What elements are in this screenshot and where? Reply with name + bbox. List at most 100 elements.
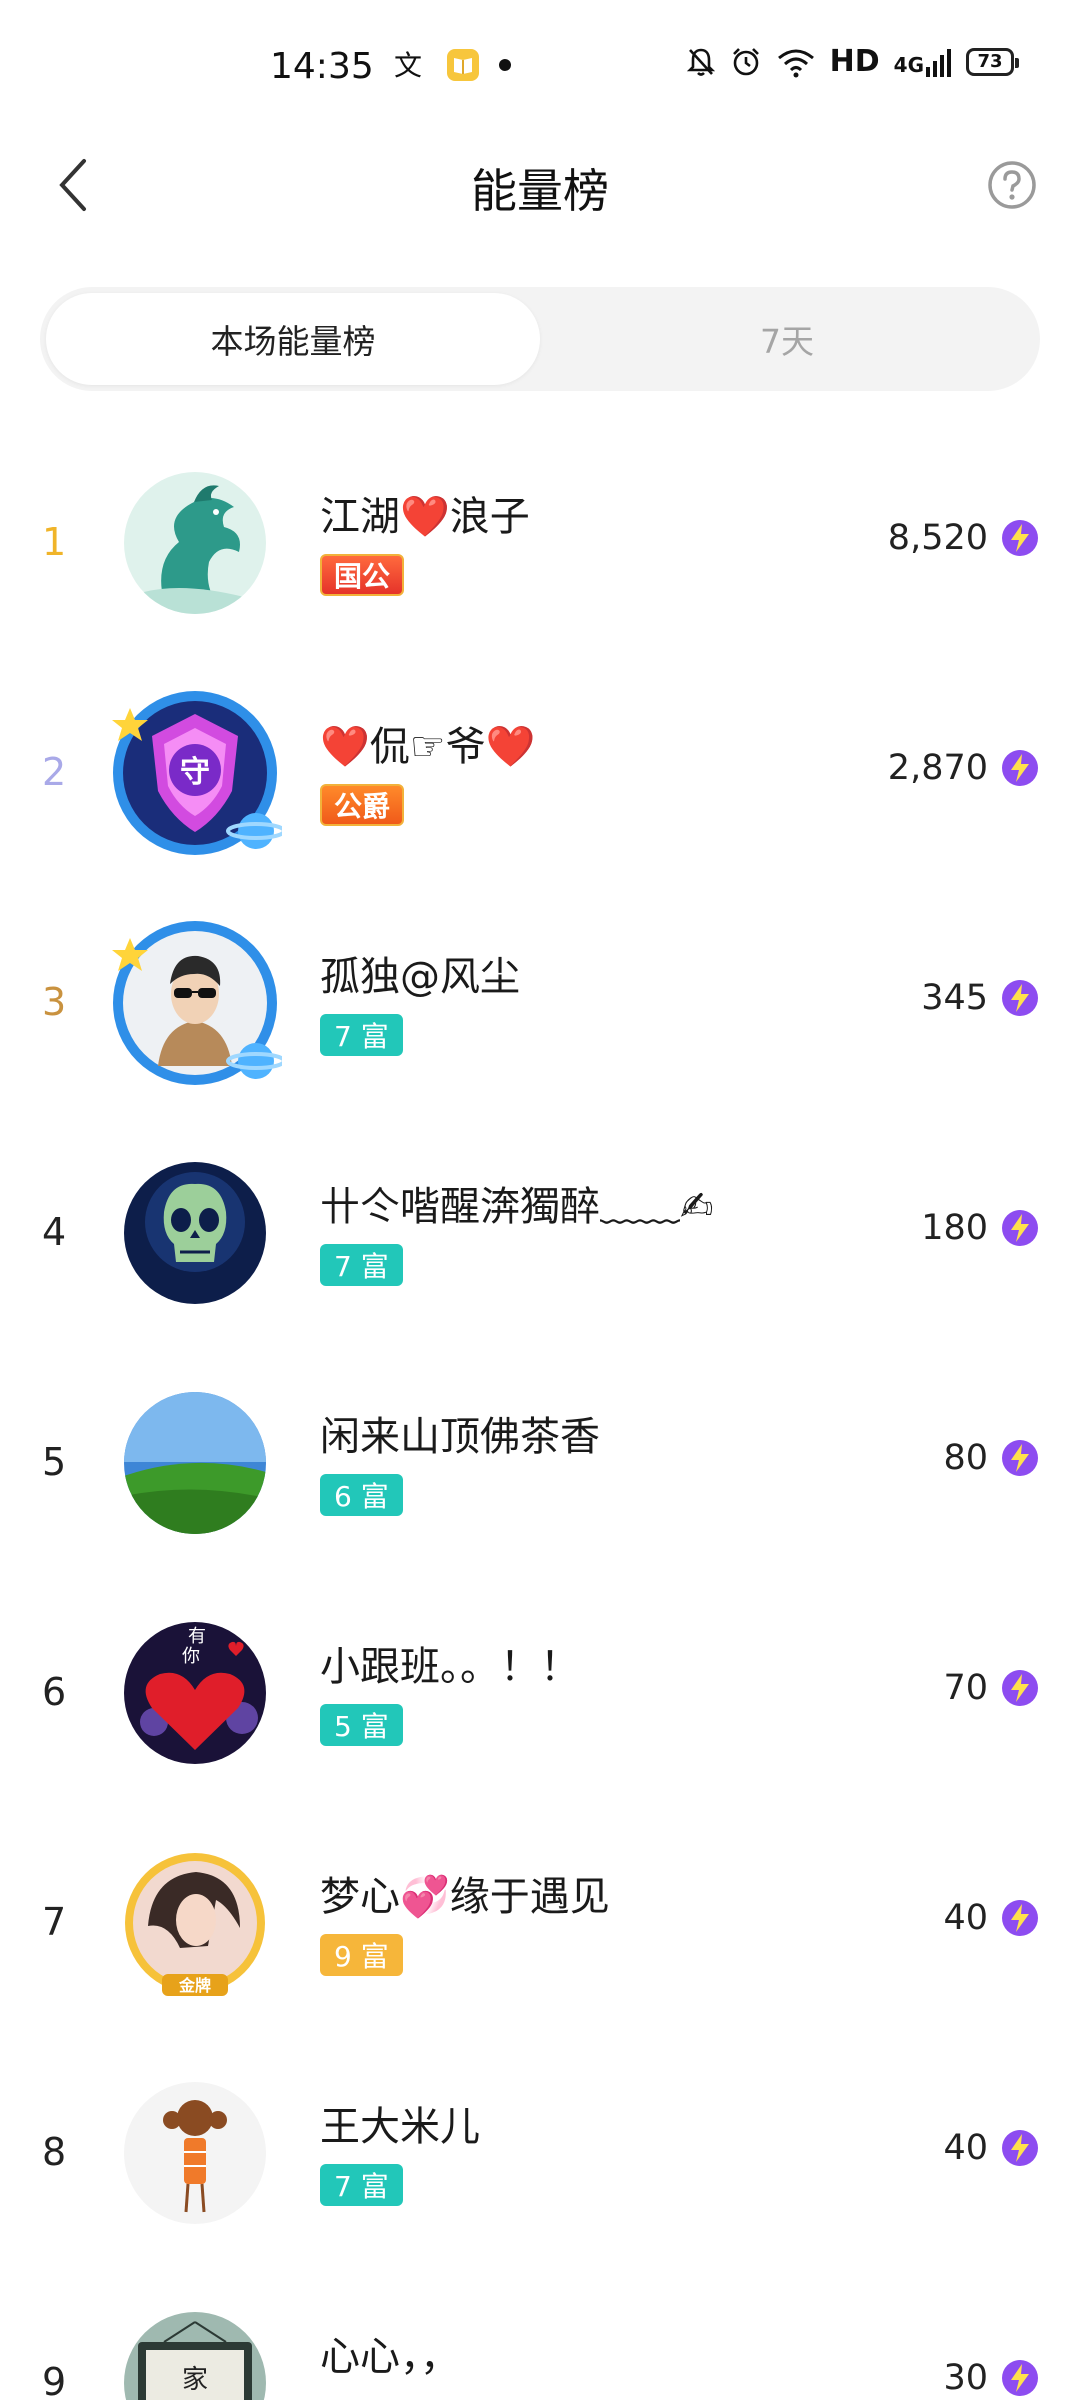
signal-bars-icon — [926, 48, 951, 77]
guard-avatar-frame[interactable]: 守 — [108, 686, 282, 860]
rank-number: 9 — [42, 2360, 67, 2400]
tab-7-days[interactable]: 7天 — [540, 293, 1034, 385]
network-4g-label: 4G — [893, 52, 924, 77]
svg-text:有: 有 — [188, 1626, 206, 1647]
heart-avatar-image: 有 你 — [124, 1622, 266, 1764]
svg-text:金牌: 金牌 — [178, 1976, 211, 1995]
avatar[interactable]: 家 — [124, 2312, 266, 2400]
battery-icon: 73 — [966, 47, 1019, 76]
status-left-icons: 文 — [392, 48, 512, 82]
guard-shield-icon: 守 — [112, 691, 282, 855]
avatar[interactable] — [124, 1162, 266, 1304]
energy-bolt-icon — [1000, 518, 1040, 558]
wealth-level-badge: 7 富 — [320, 1014, 403, 1056]
tab-bar: 本场能量榜 7天 — [40, 287, 1040, 391]
calligraphy-frame-avatar-image: 家 — [124, 2312, 266, 2400]
svg-text:家: 家 — [182, 2365, 208, 2395]
notification-dot-icon — [499, 59, 511, 71]
energy-bolt-icon — [1000, 2128, 1040, 2168]
energy-bolt-icon — [1000, 748, 1040, 788]
list-item[interactable]: 7 金牌 梦心💞缘于遇见 9 富 40 — [0, 1810, 1080, 2040]
user-name: 小跟班。。！！ — [320, 1644, 580, 1690]
list-item[interactable]: 2 守 ❤️侃☞爷❤️ 公爵 2,870 — [0, 660, 1080, 890]
svg-text:你: 你 — [182, 1646, 200, 1667]
energy-score: 70 — [943, 1668, 988, 1708]
svg-text:守: 守 — [180, 755, 210, 790]
status-bar: 14:35 文 HD 4G 73 — [0, 0, 1080, 135]
list-item[interactable]: 8 王大米儿 7 富 40 — [0, 2040, 1080, 2270]
energy-score: 8,520 — [887, 518, 988, 558]
rank-number: 8 — [42, 2130, 67, 2174]
wifi-icon — [777, 49, 814, 77]
energy-bolt-icon — [1000, 978, 1040, 1018]
wealth-level-badge: 9 富 — [320, 1934, 403, 1976]
alarm-icon — [732, 47, 759, 75]
energy-bolt-icon — [1000, 1668, 1040, 1708]
list-item[interactable]: 5 闲来山顶佛茶香 6 富 80 — [0, 1350, 1080, 1580]
man-sunglasses-avatar-image — [112, 921, 282, 1085]
rank-number: 4 — [42, 1210, 67, 1254]
energy-score: 2,870 — [887, 748, 988, 788]
user-name: 闲来山顶佛茶香 — [320, 1414, 600, 1460]
tab-current-energy[interactable]: 本场能量榜 — [46, 293, 540, 385]
avatar[interactable]: 有 你 — [124, 1622, 266, 1764]
user-name: 江湖❤️浪子 — [320, 494, 530, 540]
battery-level: 73 — [977, 51, 1003, 72]
rank-number: 2 — [42, 750, 67, 794]
energy-score: 30 — [943, 2358, 988, 2398]
translate-icon: 文 — [394, 49, 422, 81]
energy-score: 80 — [943, 1438, 988, 1478]
wealth-level-badge: 5 富 — [320, 1704, 403, 1746]
energy-score: 345 — [921, 978, 988, 1018]
header: 能量榜 — [0, 135, 1080, 235]
list-item[interactable]: 1 江湖❤️浪子 国公 8,520 — [0, 430, 1080, 660]
energy-score: 40 — [943, 2128, 988, 2168]
rank-number: 1 — [42, 520, 67, 564]
energy-score: 40 — [943, 1898, 988, 1938]
list-item[interactable]: 6 有 你 小跟班。。！！ 5 富 70 — [0, 1580, 1080, 1810]
cartoon-girl-avatar-image — [124, 2082, 266, 2224]
book-app-icon — [447, 49, 479, 81]
status-time: 14:35 — [270, 46, 374, 87]
user-name: 孤独@风尘 — [320, 954, 520, 1000]
wealth-level-badge: 7 富 — [320, 2164, 403, 2206]
gold-medal-avatar-frame[interactable]: 金牌 — [108, 1836, 282, 2010]
avatar[interactable] — [124, 2082, 266, 2224]
user-name: ❤️侃☞爷❤️ — [320, 724, 536, 770]
user-name: 梦心💞缘于遇见 — [320, 1874, 610, 1920]
dragon-avatar-image — [124, 472, 266, 614]
list-item[interactable]: 4 卄仒喈醒渀獨醉﹏﹏✍ 7 富 180 — [0, 1120, 1080, 1350]
list-item[interactable]: 9 家 心心，， 30 — [0, 2270, 1080, 2400]
noble-badge: 公爵 — [320, 784, 405, 826]
help-icon — [988, 161, 1036, 209]
user-name: 卄仒喈醒渀獨醉﹏﹏✍ — [320, 1184, 714, 1230]
silent-bell-icon — [686, 48, 715, 76]
energy-bolt-icon — [1000, 1898, 1040, 1938]
list-item[interactable]: 3 孤独@风尘 7 富 345 — [0, 890, 1080, 1120]
status-right-icons: HD 4G 73 — [686, 44, 1019, 79]
avatar-frame[interactable] — [108, 916, 282, 1090]
energy-bolt-icon — [1000, 1208, 1040, 1248]
wealth-level-badge: 6 富 — [320, 1474, 403, 1516]
help-button[interactable] — [984, 157, 1040, 213]
wealth-level-badge: 7 富 — [320, 1244, 403, 1286]
energy-bolt-icon — [1000, 1438, 1040, 1478]
user-name: 王大米儿 — [320, 2104, 480, 2150]
rank-number: 3 — [42, 980, 67, 1024]
user-name: 心心，， — [320, 2334, 460, 2380]
rank-number: 7 — [42, 1900, 67, 1944]
avatar[interactable] — [124, 1392, 266, 1534]
noble-badge: 国公 — [320, 554, 405, 596]
rank-number: 6 — [42, 1670, 67, 1714]
energy-bolt-icon — [1000, 2358, 1040, 2398]
avatar[interactable] — [124, 472, 266, 614]
signal-icon: 4G — [894, 47, 952, 77]
grassland-avatar-image — [124, 1392, 266, 1534]
svg-text:文: 文 — [394, 49, 422, 81]
rank-number: 5 — [42, 1440, 67, 1484]
woman-avatar-image: 金牌 — [125, 1853, 265, 1996]
rank-list: 1 江湖❤️浪子 国公 8,520 2 守 ❤️侃☞爷❤️ 公爵 2,870 3… — [0, 430, 1080, 2400]
skull-avatar-image — [124, 1162, 266, 1304]
energy-score: 180 — [921, 1208, 988, 1248]
page-title: 能量榜 — [471, 164, 609, 218]
